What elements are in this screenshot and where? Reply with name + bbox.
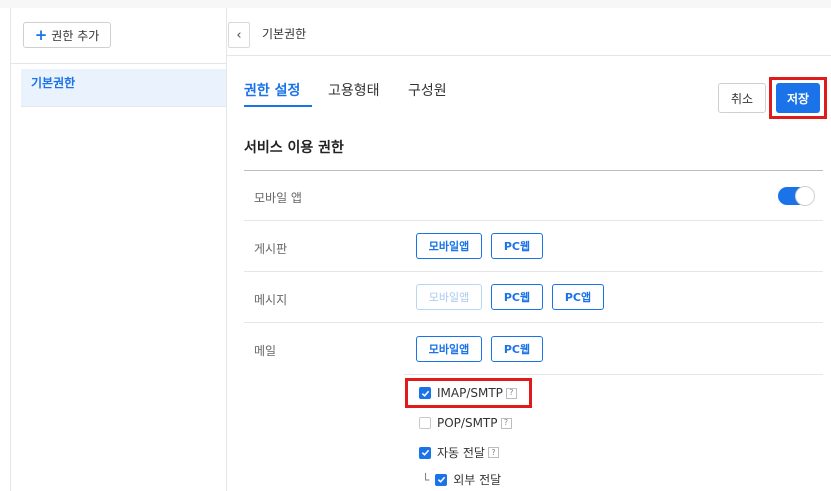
add-permission-label: 권한 추가 <box>51 28 100 43</box>
pop-smtp-label: POP/SMTP <box>437 416 498 430</box>
row-divider <box>244 220 823 221</box>
row-label-board: 게시판 <box>254 242 288 256</box>
breadcrumb: 기본권한 <box>262 27 307 41</box>
message-pc-web-chip[interactable]: PC웹 <box>491 284 543 310</box>
auto-forward-label: 자동 전달 <box>437 446 485 460</box>
imap-smtp-highlight <box>405 378 532 408</box>
row-label-message: 메시지 <box>254 293 288 307</box>
row-divider <box>244 271 823 272</box>
sidebar: + 권한 추가 기본권한 <box>10 8 227 491</box>
content-header: ‹ 기본권한 <box>226 8 831 56</box>
board-pc-web-chip[interactable]: PC웹 <box>491 233 543 259</box>
pop-smtp-checkbox[interactable] <box>419 417 431 429</box>
save-button-highlight: 저장 <box>769 77 827 119</box>
help-icon[interactable]: ? <box>500 417 512 429</box>
tab-employment-type[interactable]: 고용형태 <box>328 80 380 100</box>
section-divider <box>244 170 823 171</box>
external-forward-label: 외부 전달 <box>453 473 502 487</box>
sidebar-divider <box>21 106 226 107</box>
plus-icon: + <box>34 25 48 44</box>
auto-forward-option[interactable]: 자동 전달 ? <box>419 444 499 461</box>
row-label-mail: 메일 <box>254 344 277 358</box>
help-icon[interactable]: ? <box>487 447 499 458</box>
auto-forward-checkbox[interactable] <box>419 446 431 459</box>
row-label-mobile-app: 모바일 앱 <box>254 191 302 205</box>
cancel-button[interactable]: 취소 <box>718 83 766 113</box>
chevron-left-icon: ‹ <box>236 27 242 43</box>
section-title: 서비스 이용 권한 <box>244 140 344 156</box>
row-divider <box>244 322 823 323</box>
add-permission-button[interactable]: + 권한 추가 <box>23 22 111 48</box>
save-button[interactable]: 저장 <box>776 83 820 113</box>
sidebar-item-basic-permission[interactable]: 기본권한 <box>21 69 226 106</box>
active-tab-indicator <box>244 105 312 107</box>
top-band <box>0 0 831 8</box>
tab-permission-settings[interactable]: 권한 설정 <box>244 80 300 100</box>
mail-pc-web-chip[interactable]: PC웹 <box>491 336 543 362</box>
mail-options-divider <box>404 374 823 375</box>
toggle-knob <box>795 186 815 206</box>
collapse-sidebar-button[interactable]: ‹ <box>228 22 250 48</box>
external-forward-option[interactable]: └ 외부 전달 <box>422 471 501 488</box>
message-pc-app-chip[interactable]: PC앱 <box>552 284 604 310</box>
mobile-app-toggle[interactable] <box>778 186 815 206</box>
external-forward-checkbox[interactable] <box>435 473 448 486</box>
message-mobile-app-chip[interactable]: 모바일앱 <box>416 284 482 310</box>
board-mobile-app-chip[interactable]: 모바일앱 <box>416 233 482 259</box>
sidebar-divider <box>11 63 226 64</box>
tab-members[interactable]: 구성원 <box>408 80 447 100</box>
pop-smtp-option[interactable]: POP/SMTP ? <box>419 416 512 430</box>
mail-mobile-app-chip[interactable]: 모바일앱 <box>416 336 482 362</box>
tree-branch-icon: └ <box>422 472 430 487</box>
